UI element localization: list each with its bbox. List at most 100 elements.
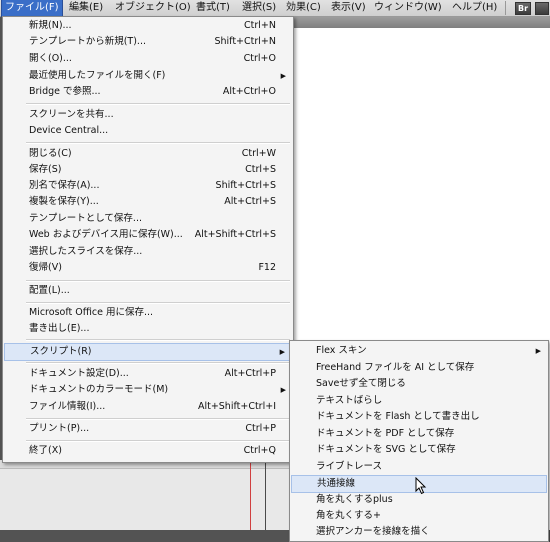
menu-item-label: Saveせず全て閉じる (316, 378, 406, 389)
menu-item-shortcut: Alt+Shift+Ctrl+I (197, 401, 276, 412)
menu-type[interactable]: 書式(T) (193, 0, 233, 16)
menu-item-save-template[interactable]: テンプレートとして保存... (4, 211, 292, 227)
menu-item-shortcut: Alt+Shift+Ctrl+S (194, 229, 276, 240)
menu-item-shortcut: Ctrl+P (245, 423, 276, 434)
menu-item-open[interactable]: 開く(O)... Ctrl+O (4, 51, 292, 67)
menu-item-shortcut: Shift+Ctrl+S (215, 180, 276, 191)
menu-item-save-as[interactable]: 別名で保存(A)... Shift+Ctrl+S (4, 178, 292, 194)
menu-object[interactable]: オブジェクト(O) (112, 0, 194, 16)
menu-item-label: 保存(S) (29, 164, 62, 175)
document-tab-strip (289, 17, 550, 28)
menu-item-label: テキストばらし (316, 395, 383, 406)
menu-item-shortcut: Alt+Ctrl+P (224, 368, 276, 379)
submenu-arrow-icon: ▶ (280, 72, 286, 80)
menu-item-print[interactable]: プリント(P)... Ctrl+P (4, 421, 292, 437)
menu-separator (26, 339, 290, 341)
script-item-live-trace[interactable]: ライブトレース (291, 459, 547, 475)
menu-item-label: 角を丸くするplus (316, 494, 393, 505)
menu-item-save-slices[interactable]: 選択したスライスを保存... (4, 244, 292, 260)
menu-select[interactable]: 選択(S) (239, 0, 279, 16)
menu-edit[interactable]: 編集(E) (66, 0, 106, 16)
script-item-save-pdf[interactable]: ドキュメントを PDF として保存 (291, 426, 547, 442)
menu-item-device-central[interactable]: Device Central... (4, 123, 292, 139)
menu-item-share-screen[interactable]: スクリーンを共有... (4, 107, 292, 123)
mouse-cursor-icon (415, 477, 427, 495)
menu-item-shortcut: Ctrl+N (244, 20, 276, 31)
menu-item-close[interactable]: 閉じる(C) Ctrl+W (4, 146, 292, 162)
menu-item-revert[interactable]: 復帰(V) F12 (4, 260, 292, 276)
menu-separator (26, 418, 290, 420)
menu-item-shortcut: Alt+Ctrl+O (222, 86, 276, 97)
menu-item-label: ドキュメントを SVG として保存 (316, 444, 456, 455)
menu-item-label: Bridge で参照... (29, 86, 101, 97)
menu-item-label: 閉じる(C) (29, 148, 72, 159)
menu-item-label: FreeHand ファイルを AI として保存 (316, 362, 475, 373)
menu-item-label: Microsoft Office 用に保存... (29, 307, 154, 318)
menu-item-new-from-template[interactable]: テンプレートから新規(T)... Shift+Ctrl+N (4, 34, 292, 50)
menu-item-new[interactable]: 新規(N)... Ctrl+N (4, 18, 292, 34)
menu-file[interactable]: ファイル(F) (1, 0, 63, 17)
menubar-divider (505, 1, 506, 15)
menu-item-color-mode[interactable]: ドキュメントのカラーモード(M) ▶ (4, 382, 292, 398)
menu-item-label: 複製を保存(Y)... (29, 196, 99, 207)
menu-item-label: ライブトレース (316, 461, 383, 472)
menu-item-label: Web およびデバイス用に保存(W)... (29, 229, 183, 240)
menu-item-label: 開く(O)... (29, 53, 72, 64)
script-item-round-corners[interactable]: 角を丸くする+ (291, 508, 547, 524)
script-item-split-text[interactable]: テキストばらし (291, 393, 547, 409)
menu-item-save-for-web[interactable]: Web およびデバイス用に保存(W)... Alt+Shift+Ctrl+S (4, 227, 292, 243)
menu-separator (26, 103, 290, 105)
artboard-edge (265, 462, 266, 530)
menu-item-label: 新規(N)... (29, 20, 72, 31)
script-item-export-flash[interactable]: ドキュメントを Flash として書き出し (291, 409, 547, 425)
submenu-arrow-icon: ▶ (535, 347, 541, 355)
script-item-flex-skin[interactable]: Flex スキン ▶ (291, 343, 547, 359)
menu-item-exit[interactable]: 終了(X) Ctrl+Q (4, 443, 292, 459)
submenu-arrow-icon: ▶ (279, 348, 285, 356)
menu-item-label: 共通接線 (317, 478, 356, 489)
artboard-area (0, 460, 289, 530)
menu-item-browse-bridge[interactable]: Bridge で参照... Alt+Ctrl+O (4, 84, 292, 100)
menu-bar: ファイル(F) 編集(E) オブジェクト(O) 書式(T) 選択(S) 効果(C… (0, 0, 550, 17)
menu-item-label: ドキュメントを PDF として保存 (316, 428, 455, 439)
menu-item-shortcut: Ctrl+S (245, 164, 276, 175)
menu-separator (26, 302, 290, 304)
menu-item-place[interactable]: 配置(L)... (4, 283, 292, 299)
menu-item-file-info[interactable]: ファイル情報(I)... Alt+Shift+Ctrl+I (4, 399, 292, 415)
menu-item-label: 選択したスライスを保存... (29, 246, 143, 257)
menu-item-label: プリント(P)... (29, 423, 90, 434)
menu-item-label: ファイル情報(I)... (29, 401, 106, 412)
menu-item-export[interactable]: 書き出し(E)... (4, 321, 292, 337)
menu-item-open-recent[interactable]: 最近使用したファイルを開く(F) ▶ (4, 68, 292, 84)
menu-effect[interactable]: 効果(C) (283, 0, 324, 16)
menu-item-shortcut: Ctrl+W (241, 148, 276, 159)
menu-item-label: テンプレートから新規(T)... (29, 36, 146, 47)
script-item-freehand-to-ai[interactable]: FreeHand ファイルを AI として保存 (291, 360, 547, 376)
bridge-icon[interactable]: Br (515, 2, 531, 15)
menu-item-label: Device Central... (29, 125, 109, 136)
script-item-tangent-from-anchor[interactable]: 選択アンカーを接線を描く (291, 524, 547, 540)
menu-item-shortcut: F12 (258, 262, 276, 273)
menu-separator (26, 362, 290, 364)
menu-item-label: スクリーンを共有... (29, 109, 114, 120)
menu-item-label: テンプレートとして保存... (29, 213, 142, 224)
script-item-close-all-no-save[interactable]: Saveせず全て閉じる (291, 376, 547, 392)
script-item-save-svg[interactable]: ドキュメントを SVG として保存 (291, 442, 547, 458)
arrange-docs-icon[interactable] (535, 2, 549, 15)
menu-item-scripts[interactable]: スクリプト(R) ▶ (4, 343, 292, 361)
menu-item-document-setup[interactable]: ドキュメント設定(D)... Alt+Ctrl+P (4, 366, 292, 382)
menu-window[interactable]: ウィンドウ(W) (371, 0, 445, 16)
guide-line (250, 462, 251, 530)
menu-item-label: 角を丸くする+ (316, 510, 381, 521)
menu-item-save[interactable]: 保存(S) Ctrl+S (4, 162, 292, 178)
menu-help[interactable]: ヘルプ(H) (449, 0, 500, 16)
menu-item-shortcut: Shift+Ctrl+N (214, 36, 276, 47)
menu-item-save-ms-office[interactable]: Microsoft Office 用に保存... (4, 305, 292, 321)
menu-view[interactable]: 表示(V) (328, 0, 369, 16)
file-menu: 新規(N)... Ctrl+N テンプレートから新規(T)... Shift+Ctr… (2, 16, 294, 463)
submenu-arrow-icon: ▶ (280, 386, 286, 394)
menu-item-label: ドキュメントを Flash として書き出し (316, 411, 480, 422)
menu-item-shortcut: Alt+Ctrl+S (224, 196, 276, 207)
menu-item-save-copy[interactable]: 複製を保存(Y)... Alt+Ctrl+S (4, 194, 292, 210)
menu-item-label: ドキュメント設定(D)... (29, 368, 129, 379)
